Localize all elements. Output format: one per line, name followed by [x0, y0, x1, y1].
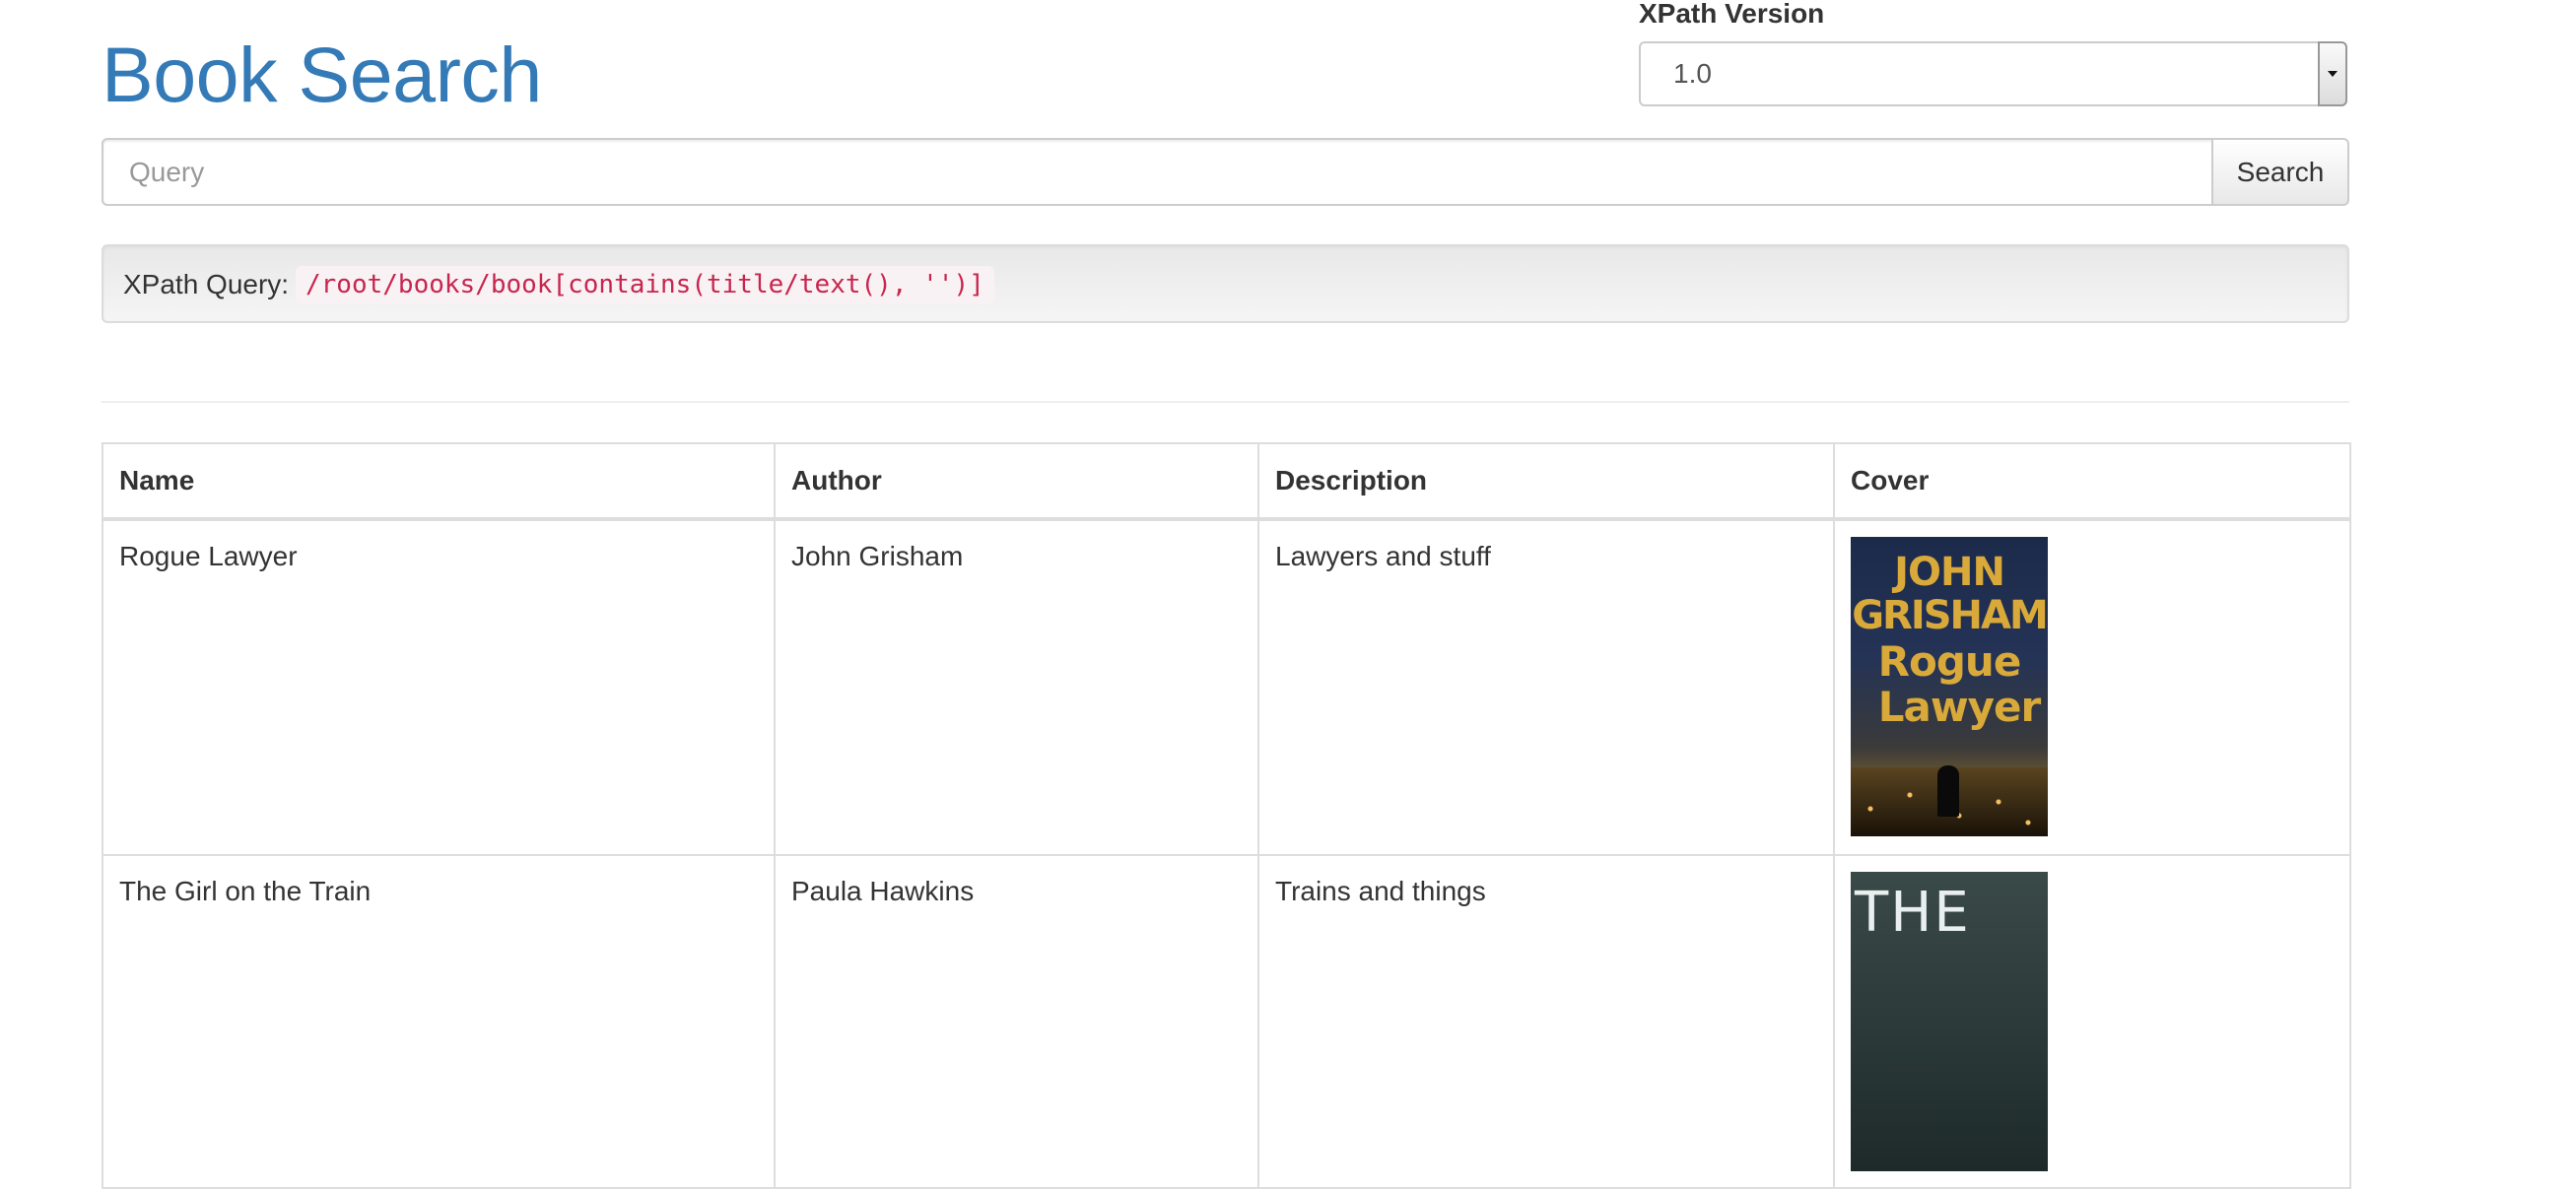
xpath-query-panel: XPath Query: /root/books/book[contains(t… — [102, 244, 2349, 323]
cell-author: Paula Hawkins — [774, 854, 1259, 1189]
book-cover-image: JOHN GRISHAM Rogue Lawyer — [1851, 537, 2048, 836]
cell-cover: THE — [1833, 854, 2351, 1189]
divider — [102, 401, 2349, 403]
cover-title-line: THE — [1855, 881, 1971, 945]
cover-title-line: GRISHAM — [1852, 593, 2048, 638]
search-input[interactable] — [102, 138, 2213, 206]
xpath-version-value: 1.0 — [1673, 58, 1712, 89]
cover-title-line: JOHN — [1894, 550, 2005, 595]
chevron-down-icon[interactable] — [2318, 41, 2347, 106]
column-header-cover: Cover — [1833, 442, 2351, 521]
books-table: Name Author Description Cover Rogue Lawy… — [102, 442, 2351, 1189]
column-header-author: Author — [774, 442, 1259, 521]
column-header-name: Name — [102, 442, 776, 521]
cell-cover: JOHN GRISHAM Rogue Lawyer — [1833, 518, 2351, 856]
table-row: Rogue Lawyer John Grisham Lawyers and st… — [102, 518, 2351, 856]
table-row: The Girl on the Train Paula Hawkins Trai… — [102, 854, 2351, 1189]
figure-silhouette — [1937, 765, 1959, 817]
xpath-query-label: XPath Query: — [123, 269, 290, 299]
cover-title-line: Rogue — [1877, 637, 2022, 686]
cover-title-line: Lawyer — [1877, 683, 2041, 731]
xpath-query-code: /root/books/book[contains(title/text(), … — [296, 266, 994, 303]
column-header-description: Description — [1257, 442, 1835, 521]
cell-author: John Grisham — [774, 518, 1259, 856]
book-cover-image: THE — [1851, 872, 2048, 1171]
cell-description: Trains and things — [1257, 854, 1835, 1189]
page-title: Book Search — [102, 31, 542, 118]
table-header-row: Name Author Description Cover — [102, 442, 2351, 521]
cell-description: Lawyers and stuff — [1257, 518, 1835, 856]
cell-name: The Girl on the Train — [102, 854, 776, 1189]
search-button[interactable]: Search — [2211, 138, 2349, 206]
cell-name: Rogue Lawyer — [102, 518, 776, 856]
xpath-version-label: XPath Version — [1639, 0, 1825, 29]
xpath-version-select[interactable]: 1.0 — [1639, 41, 2347, 106]
